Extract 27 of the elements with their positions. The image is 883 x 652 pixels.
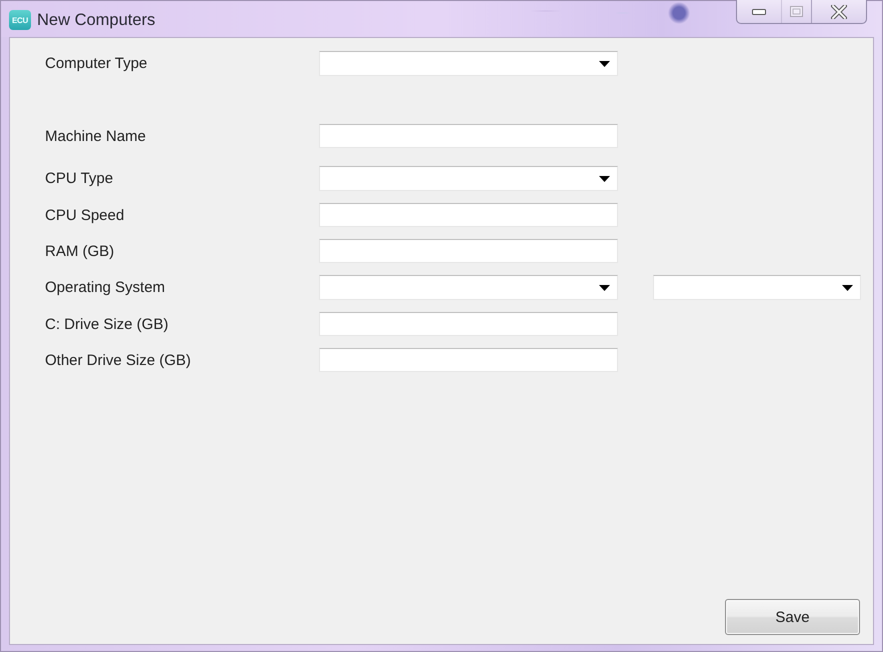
text-field[interactable] bbox=[319, 239, 618, 263]
field-label: CPU Speed bbox=[45, 206, 126, 224]
save-button[interactable]: Save bbox=[725, 599, 860, 635]
minimize-icon bbox=[752, 8, 766, 14]
field-label: Operating System bbox=[45, 279, 166, 296]
field-label: C: Drive Size (GB) bbox=[45, 316, 170, 332]
maximize-icon bbox=[790, 6, 803, 17]
close-icon bbox=[831, 4, 847, 18]
field-label: Computer Type bbox=[45, 55, 148, 72]
app-logo: ECU bbox=[9, 10, 31, 30]
text-field[interactable] bbox=[319, 124, 618, 148]
field-label: RAM (GB) bbox=[45, 242, 116, 260]
dropdown[interactable] bbox=[653, 275, 861, 300]
caret-down-icon bbox=[599, 176, 610, 182]
dropdown[interactable] bbox=[319, 166, 618, 191]
dropdown[interactable] bbox=[319, 275, 618, 300]
window-title: New Computers bbox=[37, 10, 156, 30]
field-label: Machine Name bbox=[45, 128, 147, 144]
text-field[interactable] bbox=[319, 348, 618, 372]
text-field[interactable] bbox=[319, 203, 618, 227]
caret-down-icon bbox=[599, 60, 610, 66]
field-label: Other Drive Size (GB) bbox=[45, 352, 192, 368]
text-field[interactable] bbox=[319, 312, 618, 336]
caret-down-icon bbox=[599, 284, 610, 290]
dropdown[interactable] bbox=[319, 51, 618, 76]
caret-down-icon bbox=[842, 284, 853, 290]
field-label: CPU Type bbox=[45, 170, 114, 187]
